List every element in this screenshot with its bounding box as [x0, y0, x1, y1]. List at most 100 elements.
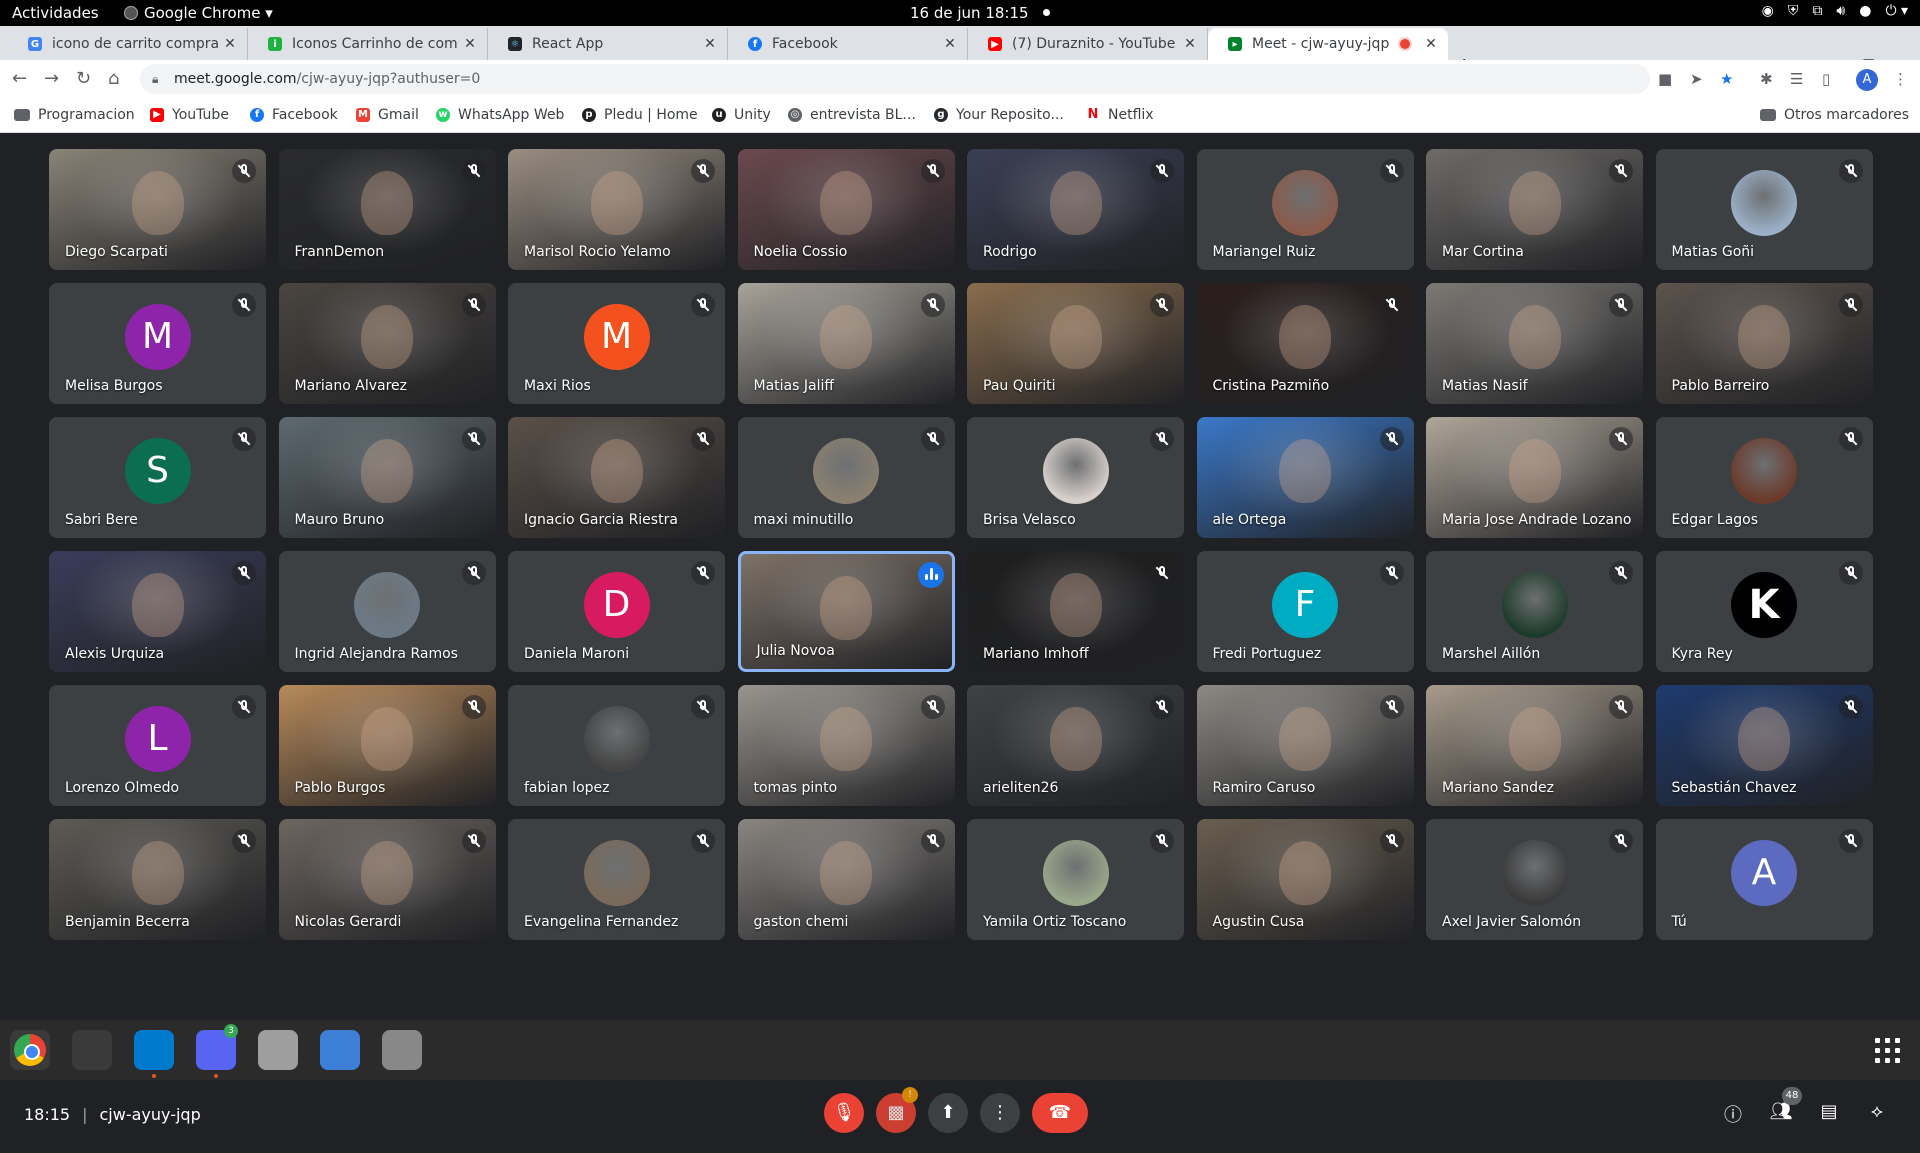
bookmark-facebook[interactable]: f Facebook: [250, 107, 338, 123]
discord-tray-icon[interactable]: ◉: [1762, 3, 1774, 19]
shield-icon[interactable]: ⛨: [1788, 3, 1799, 19]
bookmark-netflix[interactable]: N Netflix: [1086, 107, 1154, 123]
participant-tile[interactable]: Brisa Velasco: [967, 417, 1184, 538]
close-tab-icon[interactable]: ✕: [1179, 36, 1201, 52]
participant-tile[interactable]: ale Ortega: [1196, 417, 1414, 538]
participant-tile[interactable]: Benjamin Becerra: [49, 819, 266, 940]
tab-facebook[interactable]: f Facebook ✕: [728, 28, 968, 60]
image-viewer-icon[interactable]: [382, 1030, 422, 1070]
participant-tile[interactable]: Agustin Cusa: [1196, 819, 1414, 940]
participant-tile[interactable]: Pau Quiriti: [967, 283, 1184, 404]
participant-tile[interactable]: Matias Jaliff: [737, 283, 955, 404]
tab-youtube[interactable]: ▶ (7) Duraznito - YouTube ✕: [968, 28, 1208, 60]
present-screen-button[interactable]: ⬆: [928, 1093, 968, 1133]
bookmark-star-icon[interactable]: ★: [1720, 70, 1733, 88]
close-tab-icon[interactable]: ✕: [459, 36, 481, 52]
toggle-microphone-button[interactable]: 🎙︎: [824, 1093, 864, 1133]
tab-google-search[interactable]: G icono de carrito compras ✕: [8, 28, 248, 60]
reading-list-icon[interactable]: ☰: [1790, 70, 1803, 88]
participant-tile[interactable]: Ingrid Alejandra Ramos: [278, 551, 496, 672]
participant-tile[interactable]: Evangelina Fernandez: [508, 819, 725, 940]
participant-tile[interactable]: fabian lopez: [508, 685, 725, 806]
more-options-button[interactable]: ⋮: [980, 1093, 1020, 1133]
activities-icon[interactable]: ⟡: [1864, 1101, 1890, 1127]
system-tray[interactable]: ◉ ⛨ ⧉ 🔊︎ ● ⏻ ▾: [1762, 3, 1908, 19]
participant-tile[interactable]: Noelia Cossio: [737, 149, 955, 270]
participant-tile[interactable]: Mariano Sandez: [1426, 685, 1643, 806]
participant-tile[interactable]: Julia Novoa: [737, 551, 955, 672]
bookmark-programacion[interactable]: Programacion: [14, 107, 135, 123]
microphone-icon[interactable]: ●: [1859, 3, 1871, 19]
participant-tile[interactable]: F Fredi Portuguez: [1196, 551, 1414, 672]
participant-tile[interactable]: arieliten26: [967, 685, 1184, 806]
participant-tile[interactable]: Alexis Urquiza: [49, 551, 266, 672]
bookmark-other[interactable]: Otros marcadores: [1760, 107, 1909, 123]
tab-icons8[interactable]: i Iconos Carrinho de compr ✕: [248, 28, 488, 60]
more-menu-icon[interactable]: ⋮: [1893, 70, 1908, 88]
side-panel-icon[interactable]: ▯: [1822, 70, 1830, 88]
forward-icon[interactable]: →: [44, 68, 59, 89]
bookmark-github[interactable]: g Your Reposito...: [934, 107, 1064, 123]
close-tab-icon[interactable]: ✕: [699, 36, 721, 52]
close-tab-icon[interactable]: ✕: [219, 36, 241, 52]
participant-tile[interactable]: M Melisa Burgos: [49, 283, 266, 404]
app-menu[interactable]: Google Chrome ▾: [124, 4, 273, 22]
bookmark-gmail[interactable]: M Gmail: [356, 107, 419, 123]
extensions-icon[interactable]: ✱: [1760, 70, 1773, 88]
participant-tile[interactable]: Axel Javier Salomón: [1426, 819, 1643, 940]
participant-tile[interactable]: Mariangel Ruiz: [1196, 149, 1414, 270]
participant-tile[interactable]: K Kyra Rey: [1655, 551, 1873, 672]
participant-tile[interactable]: Pablo Burgos: [278, 685, 496, 806]
lock-icon[interactable]: 🔒︎: [152, 64, 158, 94]
participant-tile[interactable]: A Tú: [1655, 819, 1873, 940]
tab-meet[interactable]: ▸ Meet - cjw-ayuy-jqp ✕: [1208, 28, 1448, 60]
participant-tile[interactable]: tomas pinto: [737, 685, 955, 806]
close-tab-icon[interactable]: ✕: [939, 36, 961, 52]
tab-react-app[interactable]: ⚛ React App ✕: [488, 28, 728, 60]
files-icon[interactable]: [258, 1030, 298, 1070]
meeting-info-icon[interactable]: ⓘ: [1720, 1101, 1746, 1127]
bookmark-unity[interactable]: u Unity: [712, 107, 771, 123]
send-icon[interactable]: ➤: [1690, 70, 1703, 88]
participant-tile[interactable]: Pablo Barreiro: [1655, 283, 1873, 404]
participant-tile[interactable]: Sebastián Chavez: [1655, 685, 1873, 806]
participant-tile[interactable]: Ignacio Garcia Riestra: [508, 417, 725, 538]
participant-tile[interactable]: Mauro Bruno: [278, 417, 496, 538]
participant-tile[interactable]: Rodrigo: [967, 149, 1184, 270]
chat-icon[interactable]: ▤: [1816, 1101, 1842, 1127]
participant-tile[interactable]: Nicolas Gerardi: [278, 819, 496, 940]
participant-tile[interactable]: Mar Cortina: [1426, 149, 1643, 270]
participant-tile[interactable]: Yamila Ortiz Toscano: [967, 819, 1184, 940]
toggle-camera-button[interactable]: ▩ !: [876, 1087, 918, 1133]
participant-tile[interactable]: Matias Nasif: [1426, 283, 1643, 404]
participant-tile[interactable]: FrannDemon: [278, 149, 496, 270]
clock[interactable]: 16 de jun 18:15: [910, 4, 1050, 22]
participant-tile[interactable]: Matias Goñi: [1655, 149, 1873, 270]
participant-tile[interactable]: Ramiro Caruso: [1196, 685, 1414, 806]
participant-tile[interactable]: S Sabri Bere: [49, 417, 266, 538]
address-bar[interactable]: 🔒︎ meet.google.com/cjw-ayuy-jqp?authuser…: [140, 64, 1650, 94]
participant-tile[interactable]: M Maxi Rios: [508, 283, 725, 404]
participant-tile[interactable]: Marisol Rocio Yelamo: [508, 149, 725, 270]
participant-tile[interactable]: D Daniela Maroni: [508, 551, 725, 672]
participant-tile[interactable]: Diego Scarpati: [49, 149, 266, 270]
participant-tile[interactable]: L Lorenzo Olmedo: [49, 685, 266, 806]
bookmark-pledu[interactable]: p Pledu | Home: [582, 107, 698, 123]
home-icon[interactable]: ⌂: [108, 68, 119, 89]
volume-icon[interactable]: 🔊︎: [1836, 3, 1845, 19]
participant-tile[interactable]: gaston chemi: [737, 819, 955, 940]
reload-icon[interactable]: ↻: [76, 68, 91, 89]
participant-tile[interactable]: Maria Jose Andrade Lozano: [1426, 417, 1643, 538]
power-icon[interactable]: ⏻ ▾: [1885, 3, 1908, 19]
back-icon[interactable]: ←: [12, 68, 27, 89]
participant-tile[interactable]: Mariano Alvarez: [278, 283, 496, 404]
participant-tile[interactable]: Edgar Lagos: [1655, 417, 1873, 538]
bookmark-whatsapp[interactable]: w WhatsApp Web: [436, 107, 564, 123]
participant-tile[interactable]: Mariano Imhoff: [967, 551, 1184, 672]
show-apps-icon[interactable]: [1875, 1038, 1901, 1064]
participant-tile[interactable]: Marshel Aillón: [1426, 551, 1643, 672]
participant-tile[interactable]: maxi minutillo: [737, 417, 955, 538]
participant-tile[interactable]: Cristina Pazmiño: [1196, 283, 1414, 404]
chrome-icon[interactable]: [10, 1030, 50, 1070]
camera-in-use-icon[interactable]: ■: [1658, 70, 1672, 88]
